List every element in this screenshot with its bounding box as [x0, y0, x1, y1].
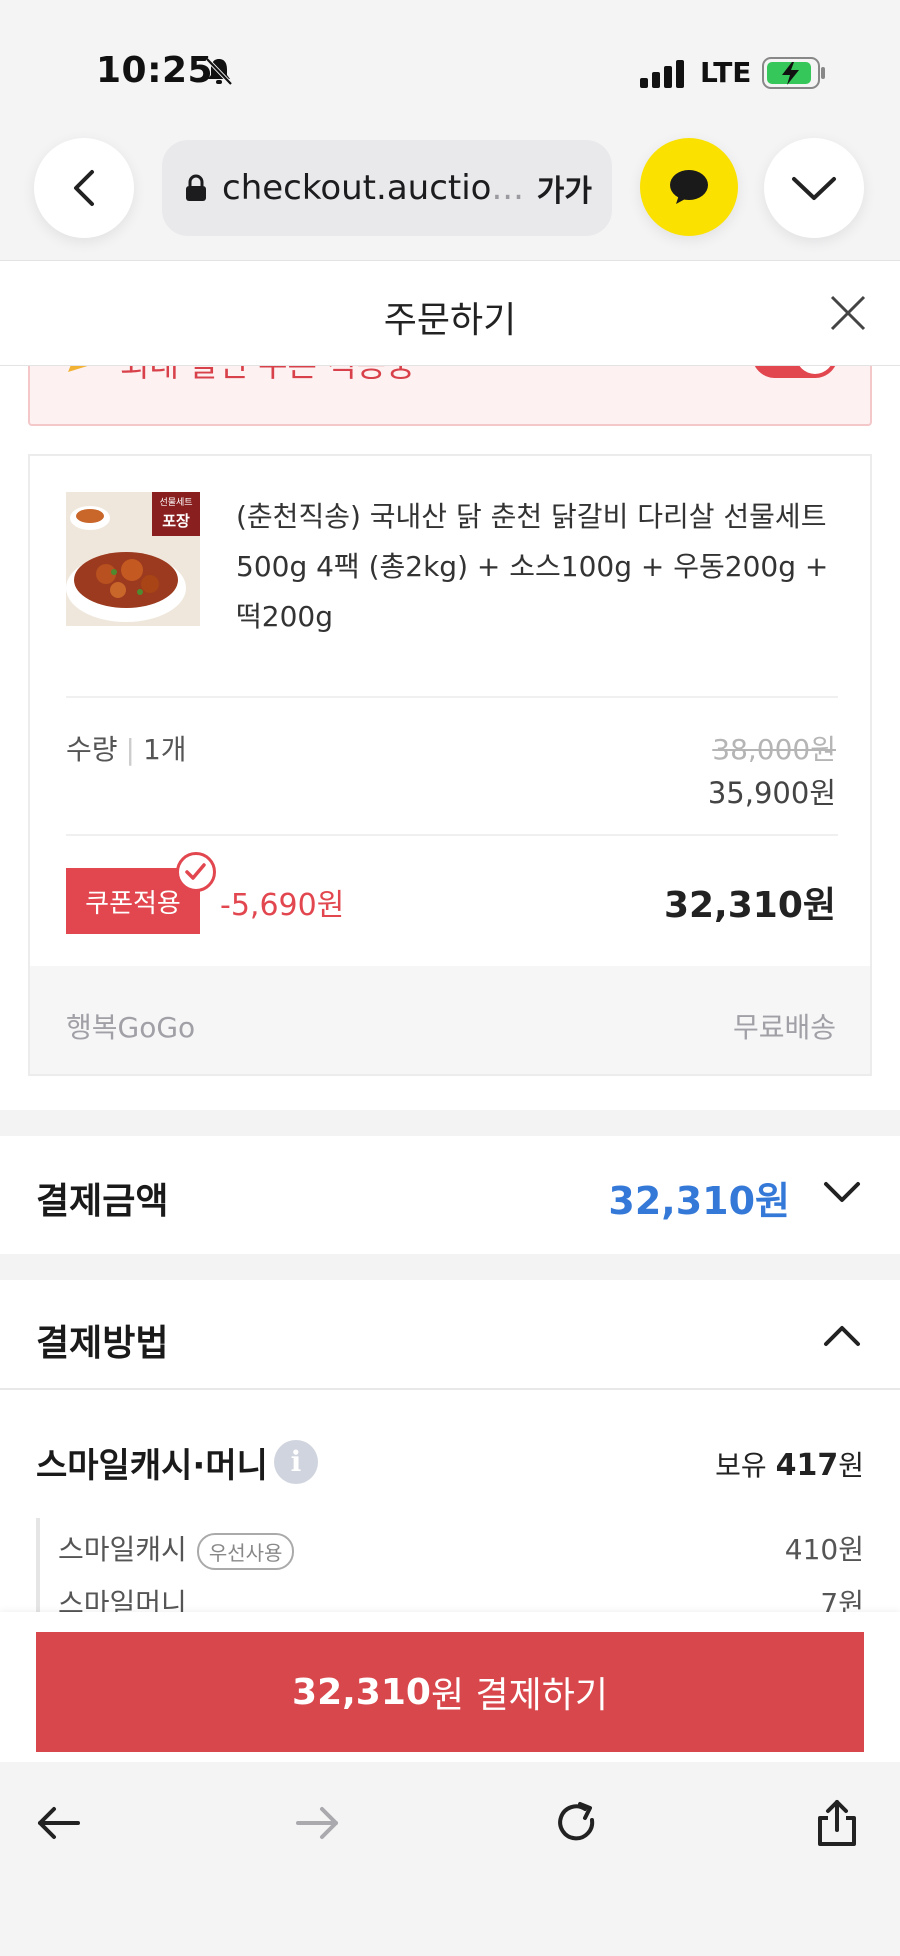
pay-button[interactable]: 32,310 원 결제하기 [36, 1632, 864, 1752]
url-text: checkout.auctio [222, 168, 492, 208]
smile-cash-title: 스마일캐시·머니 [36, 1446, 268, 1486]
payment-amount-value: 32,310원 [608, 1179, 790, 1223]
coupon-check-icon [176, 852, 216, 892]
speech-bubble-icon [670, 170, 708, 204]
product-name[interactable]: (춘천직송) 국내산 닭 춘천 닭갈비 다리살 선물세트 500g 4팩 (총2… [236, 492, 836, 642]
payment-method-row[interactable]: 결제방법 [0, 1280, 900, 1390]
section-gap [0, 1254, 900, 1280]
final-price: 32,310원 [663, 885, 836, 926]
lock-icon [186, 174, 206, 201]
chevron-down-icon [792, 177, 836, 200]
shipping-info: 무료배송 [732, 1011, 836, 1044]
signal-icon [640, 60, 684, 88]
section-gap [0, 1110, 900, 1136]
balance-unit: 원 [838, 1449, 864, 1482]
balance-prefix: 보유 [715, 1449, 767, 1482]
payment-amount-row[interactable]: 결제금액 32,310원 [0, 1136, 900, 1254]
chevron-up-icon [824, 1326, 860, 1346]
text-size-button[interactable]: 가가 [537, 166, 592, 210]
chevron-left-icon [74, 170, 94, 206]
thumb-badge-top: 선물세트 [159, 498, 193, 508]
browser-bottom-toolbar [0, 1762, 900, 1956]
browser-menu-button[interactable] [764, 138, 864, 238]
divider [66, 696, 838, 698]
product-thumbnail[interactable]: 선물세트 포장 [66, 492, 200, 626]
url-ellipsis: ... [491, 168, 524, 208]
info-icon[interactable]: i [274, 1440, 318, 1484]
reload-icon[interactable] [552, 1798, 602, 1848]
page-header: 주문하기 [0, 260, 900, 366]
smile-cash-section: 스마일캐시·머니 i 보유 417원 스마일캐시 우선사용 410원 스마일머니 … [0, 1392, 900, 1626]
balance-value: 417 [775, 1448, 839, 1483]
share-icon[interactable] [812, 1798, 862, 1848]
product-card: 선물세트 포장 (춘천직송) 국내산 닭 춘천 닭갈비 다리살 선물세트 500… [28, 454, 872, 1076]
divider [66, 834, 838, 836]
pay-button-amount: 32,310 [292, 1671, 431, 1713]
quantity-label: 수량 [66, 733, 118, 766]
original-price: 38,000원 [712, 733, 836, 766]
list-item: 스마일캐시 우선사용 410원 [40, 1518, 864, 1572]
priority-use-tag: 우선사용 [196, 1532, 295, 1570]
battery-charging-icon [762, 57, 825, 89]
quantity: 수량 | 1개 [66, 728, 187, 768]
close-icon[interactable] [828, 293, 868, 333]
quantity-separator: | [125, 733, 135, 766]
item-label: 스마일캐시 [58, 1533, 187, 1566]
seller-row: 행복GoGo 무료배송 [30, 966, 870, 1074]
page-title: 주문하기 [383, 300, 517, 341]
browser-back-button[interactable] [34, 138, 134, 238]
smile-balance: 보유 417원 [715, 1444, 864, 1484]
check-icon [185, 863, 206, 880]
sale-price: 35,900원 [707, 776, 836, 810]
bell-off-icon [205, 57, 233, 86]
network-type: LTE [700, 56, 752, 89]
discount-amount: -5,690원 [220, 888, 345, 923]
status-bar: 10:25 LTE [0, 0, 900, 120]
status-time: 10:25 [96, 50, 214, 91]
payment-method-label: 결제방법 [36, 1323, 169, 1364]
address-bar[interactable]: checkout.auctio... 가가 [162, 140, 612, 236]
payment-amount-label: 결제금액 [36, 1181, 169, 1222]
chevron-down-icon [824, 1182, 860, 1202]
thumb-badge-bottom: 포장 [162, 512, 190, 530]
smile-breakdown: 스마일캐시 우선사용 410원 스마일머니 7원 [36, 1518, 864, 1626]
smile-cash-value: 410원 [784, 1533, 864, 1566]
arrow-right-icon[interactable] [292, 1798, 342, 1848]
pay-bar: 32,310 원 결제하기 [0, 1612, 900, 1762]
arrow-left-icon[interactable] [34, 1798, 84, 1848]
kakao-talk-button[interactable] [640, 138, 738, 236]
smile-cash-label: 스마일캐시 우선사용 [58, 1528, 295, 1570]
quantity-value: 1개 [142, 733, 187, 766]
pay-button-suffix: 원 결제하기 [430, 1675, 608, 1716]
seller-name[interactable]: 행복GoGo [66, 1006, 195, 1046]
